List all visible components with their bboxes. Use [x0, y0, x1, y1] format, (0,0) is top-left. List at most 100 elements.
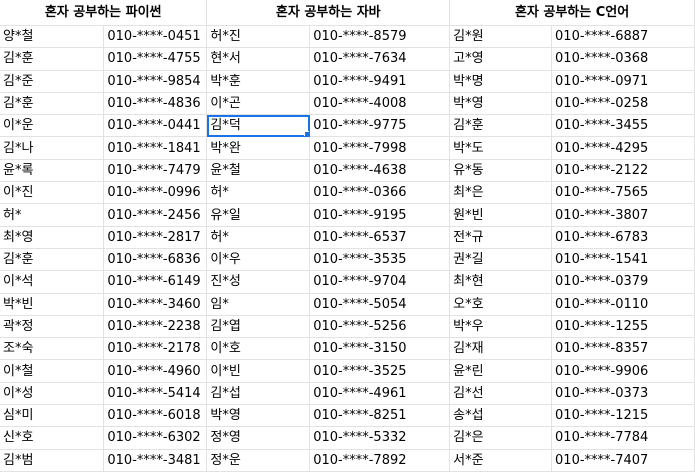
cell-c-name[interactable]: 박*우 — [449, 315, 553, 339]
cell-java-phone[interactable]: 010-****-7634 — [309, 47, 451, 71]
cell-c-phone[interactable]: 010-****-0258 — [551, 92, 695, 116]
cell-java-phone[interactable]: 010-****-7892 — [309, 449, 451, 472]
cell-python-name[interactable]: 김*훈 — [0, 92, 105, 116]
cell-java-name[interactable]: 현*서 — [206, 47, 311, 71]
cell-java-name[interactable]: 유*일 — [206, 203, 311, 227]
group-title-java[interactable]: 혼자 공부하는 자바 — [206, 0, 451, 26]
cell-python-phone[interactable]: 010-****-6149 — [103, 270, 208, 294]
cell-java-name[interactable]: 허* — [206, 226, 311, 249]
cell-c-name[interactable]: 고*영 — [449, 47, 553, 71]
cell-python-phone[interactable]: 010-****-4836 — [103, 92, 208, 116]
cell-java-phone[interactable]: 010-****-3150 — [309, 337, 451, 361]
cell-java-name[interactable]: 이*곤 — [206, 92, 311, 116]
cell-python-phone[interactable]: 010-****-4960 — [103, 359, 208, 383]
cell-python-phone[interactable]: 010-****-2178 — [103, 337, 208, 361]
cell-python-phone[interactable]: 010-****-3460 — [103, 293, 208, 316]
cell-c-phone[interactable]: 010-****-7784 — [551, 426, 695, 450]
cell-java-name[interactable]: 진*성 — [206, 270, 311, 294]
cell-java-name[interactable]: 박*영 — [206, 404, 311, 428]
cell-c-name[interactable]: 박*도 — [449, 136, 553, 160]
cell-c-phone[interactable]: 010-****-3807 — [551, 203, 695, 227]
cell-java-phone[interactable]: 010-****-9195 — [309, 203, 451, 227]
cell-java-name[interactable]: 임* — [206, 293, 311, 316]
cell-python-name[interactable]: 김*준 — [0, 70, 105, 93]
cell-java-name[interactable]: 김*섭 — [206, 382, 311, 406]
cell-c-name[interactable]: 김*원 — [449, 25, 553, 49]
cell-c-phone[interactable]: 010-****-2122 — [551, 159, 695, 183]
cell-c-phone[interactable]: 010-****-1255 — [551, 315, 695, 339]
cell-python-name[interactable]: 허* — [0, 203, 105, 227]
cell-c-phone[interactable]: 010-****-0368 — [551, 47, 695, 71]
cell-python-phone[interactable]: 010-****-4755 — [103, 47, 208, 71]
cell-c-phone[interactable]: 010-****-6887 — [551, 25, 695, 49]
cell-c-phone[interactable]: 010-****-7565 — [551, 181, 695, 205]
cell-java-phone[interactable]: 010-****-9491 — [309, 70, 451, 93]
cell-python-name[interactable]: 이*성 — [0, 382, 105, 406]
cell-java-name[interactable]: 이*빈 — [206, 359, 311, 383]
cell-java-name[interactable]: 박*훈 — [206, 70, 311, 93]
cell-c-name[interactable]: 오*호 — [449, 293, 553, 316]
cell-c-phone[interactable]: 010-****-1541 — [551, 248, 695, 272]
cell-java-phone[interactable]: 010-****-4008 — [309, 92, 451, 116]
cell-python-name[interactable]: 박*빈 — [0, 293, 105, 316]
cell-java-phone[interactable]: 010-****-4961 — [309, 382, 451, 406]
cell-c-name[interactable]: 김*선 — [449, 382, 553, 406]
cell-c-phone[interactable]: 010-****-0110 — [551, 293, 695, 316]
cell-java-phone[interactable]: 010-****-5256 — [309, 315, 451, 339]
cell-python-name[interactable]: 김*훈 — [0, 248, 105, 272]
cell-java-name[interactable]: 이*호 — [206, 337, 311, 361]
cell-python-name[interactable]: 김*훈 — [0, 47, 105, 71]
cell-java-phone[interactable]: 010-****-8251 — [309, 404, 451, 428]
cell-java-name[interactable]: 박*완 — [206, 136, 311, 160]
cell-java-phone[interactable]: 010-****-6537 — [309, 226, 451, 249]
cell-python-name[interactable]: 최*영 — [0, 226, 105, 249]
cell-c-phone[interactable]: 010-****-0373 — [551, 382, 695, 406]
cell-java-name[interactable]: 허*진 — [206, 25, 311, 49]
cell-java-name[interactable]: 정*운 — [206, 449, 311, 472]
cell-c-name[interactable]: 최*은 — [449, 181, 553, 205]
cell-java-name[interactable]: 허* — [206, 181, 311, 205]
cell-c-name[interactable]: 유*동 — [449, 159, 553, 183]
cell-python-phone[interactable]: 010-****-3481 — [103, 449, 208, 472]
cell-java-name[interactable]: 김*엽 — [206, 315, 311, 339]
cell-java-name[interactable]: 정*영 — [206, 426, 311, 450]
cell-java-name[interactable]: 윤*철 — [206, 159, 311, 183]
selected-cell[interactable]: 김*덕 — [206, 114, 311, 138]
cell-python-phone[interactable]: 010-****-2456 — [103, 203, 208, 227]
cell-c-name[interactable]: 김*훈 — [449, 114, 553, 138]
cell-python-name[interactable]: 이*진 — [0, 181, 105, 205]
cell-c-phone[interactable]: 010-****-7407 — [551, 449, 695, 472]
cell-c-phone[interactable]: 010-****-1215 — [551, 404, 695, 428]
cell-c-phone[interactable]: 010-****-4295 — [551, 136, 695, 160]
cell-c-phone[interactable]: 010-****-0379 — [551, 270, 695, 294]
cell-python-name[interactable]: 이*철 — [0, 359, 105, 383]
cell-python-phone[interactable]: 010-****-0996 — [103, 181, 208, 205]
cell-c-phone[interactable]: 010-****-0971 — [551, 70, 695, 93]
cell-c-name[interactable]: 김*은 — [449, 426, 553, 450]
cell-python-name[interactable]: 조*숙 — [0, 337, 105, 361]
cell-java-phone[interactable]: 010-****-7998 — [309, 136, 451, 160]
cell-java-phone[interactable]: 010-****-8579 — [309, 25, 451, 49]
cell-c-phone[interactable]: 010-****-3455 — [551, 114, 695, 138]
cell-python-name[interactable]: 김*범 — [0, 449, 105, 472]
cell-java-phone[interactable]: 010-****-5054 — [309, 293, 451, 316]
cell-c-phone[interactable]: 010-****-6783 — [551, 226, 695, 249]
cell-c-name[interactable]: 김*재 — [449, 337, 553, 361]
cell-c-name[interactable]: 원*빈 — [449, 203, 553, 227]
cell-c-name[interactable]: 박*영 — [449, 92, 553, 116]
cell-python-phone[interactable]: 010-****-7479 — [103, 159, 208, 183]
group-title-python[interactable]: 혼자 공부하는 파이썬 — [0, 0, 208, 26]
cell-python-phone[interactable]: 010-****-1841 — [103, 136, 208, 160]
cell-python-name[interactable]: 심*미 — [0, 404, 105, 428]
cell-python-name[interactable]: 이*운 — [0, 114, 105, 138]
cell-python-phone[interactable]: 010-****-2817 — [103, 226, 208, 249]
cell-java-phone[interactable]: 010-****-9704 — [309, 270, 451, 294]
cell-python-phone[interactable]: 010-****-2238 — [103, 315, 208, 339]
cell-c-name[interactable]: 윤*린 — [449, 359, 553, 383]
group-title-c[interactable]: 혼자 공부하는 C언어 — [449, 0, 695, 26]
cell-java-phone[interactable]: 010-****-4638 — [309, 159, 451, 183]
cell-java-phone[interactable]: 010-****-9775 — [309, 114, 451, 138]
cell-java-phone[interactable]: 010-****-0366 — [309, 181, 451, 205]
cell-c-name[interactable]: 최*현 — [449, 270, 553, 294]
cell-python-phone[interactable]: 010-****-6302 — [103, 426, 208, 450]
